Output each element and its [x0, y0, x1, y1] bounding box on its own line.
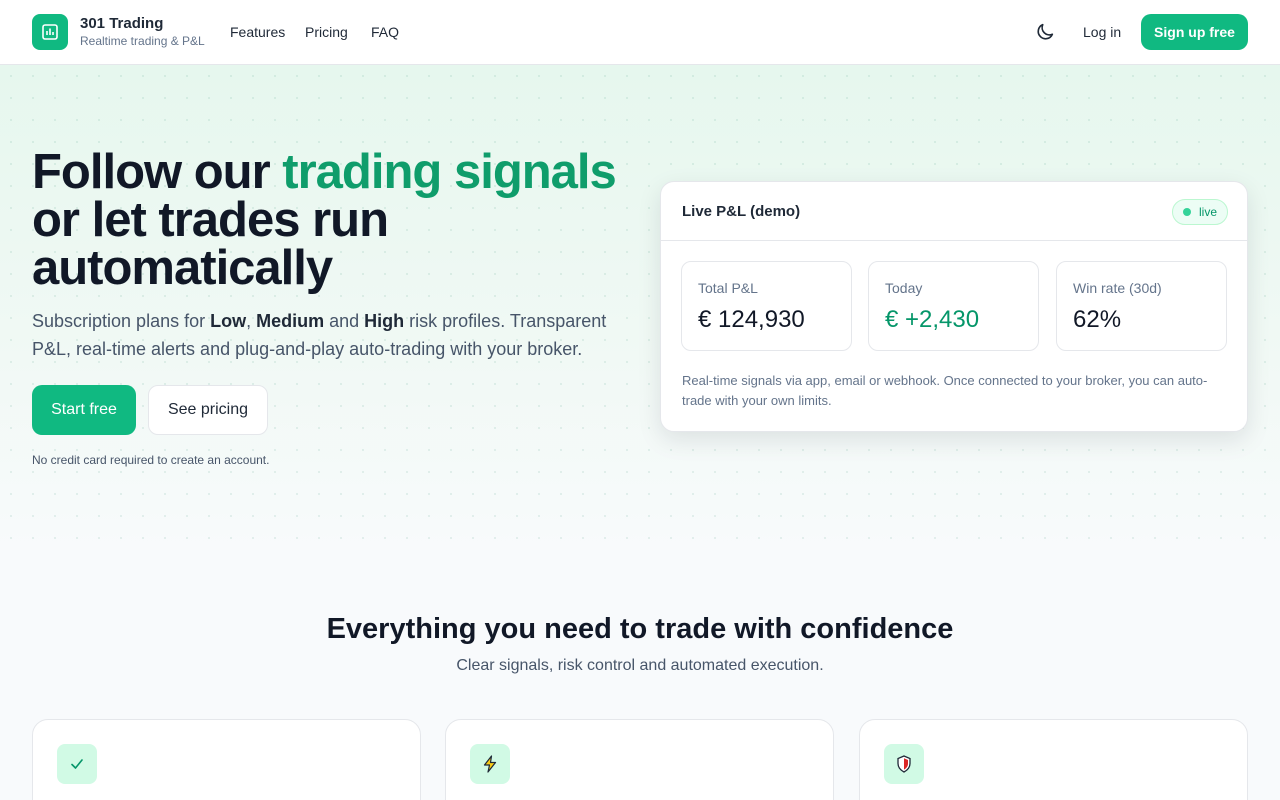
hero-title-part1: Follow our [32, 145, 283, 199]
stat-value: € +2,430 [885, 306, 980, 333]
feature-card-automation [445, 719, 834, 800]
stat-label: Total P&L [698, 280, 758, 296]
hero-title-part2: or let trades run automatically [32, 193, 389, 295]
stat-value: € 124,930 [698, 306, 805, 333]
dark-mode-moon-icon[interactable] [1034, 21, 1056, 43]
live-dot-icon [1183, 208, 1191, 216]
stat-win-rate: Win rate (30d) 62% [1056, 261, 1227, 351]
start-free-button[interactable]: Start free [32, 385, 136, 435]
card-divider [661, 240, 1247, 241]
feature-card-risk [859, 719, 1248, 800]
live-badge-label: live [1199, 205, 1218, 219]
nav-faq[interactable]: FAQ [371, 24, 399, 40]
feature-card-signals [32, 719, 421, 800]
subtitle-sep: , [246, 311, 257, 331]
stat-label: Today [885, 280, 923, 296]
live-badge: live [1172, 199, 1228, 225]
see-pricing-button[interactable]: See pricing [148, 385, 268, 435]
site-header: 301 Trading Realtime trading & P&L Featu… [0, 0, 1280, 65]
risk-medium: Medium [256, 311, 325, 331]
login-link[interactable]: Log in [1083, 24, 1121, 40]
brand-name[interactable]: 301 Trading [80, 15, 163, 32]
check-icon [57, 744, 97, 784]
shield-icon [884, 744, 924, 784]
stat-label: Win rate (30d) [1073, 280, 1162, 296]
lightning-icon [470, 744, 510, 784]
subtitle-pre: Subscription plans for [32, 311, 211, 331]
logo-chart-icon[interactable] [32, 14, 68, 50]
features-title: Everything you need to trade with confid… [326, 613, 954, 645]
hero-subtitle: Subscription plans for Low, Medium and H… [32, 307, 632, 363]
stat-total-pnl: Total P&L € 124,930 [681, 261, 852, 351]
brand-tagline: Realtime trading & P&L [80, 34, 205, 48]
card-description: Real-time signals via app, email or webh… [682, 373, 1208, 408]
hero-title-accent: trading signals [282, 145, 617, 199]
nav-pricing[interactable]: Pricing [305, 24, 348, 40]
nav-features[interactable]: Features [230, 24, 285, 40]
features-subtitle: Clear signals, risk control and automate… [456, 657, 824, 674]
stat-value: 62% [1073, 306, 1122, 333]
no-credit-card-note: No credit card required to create an acc… [32, 453, 270, 467]
stat-today: Today € +2,430 [868, 261, 1039, 351]
hero-title: Follow our trading signals or let trades… [32, 145, 652, 295]
risk-high: High [364, 311, 405, 331]
signup-button[interactable]: Sign up free [1141, 14, 1248, 50]
live-pnl-card: Live P&L (demo) live Total P&L € 124,930… [660, 181, 1248, 432]
risk-low: Low [210, 311, 247, 331]
subtitle-sep: and [324, 311, 365, 331]
card-title: Live P&L (demo) [682, 203, 801, 220]
